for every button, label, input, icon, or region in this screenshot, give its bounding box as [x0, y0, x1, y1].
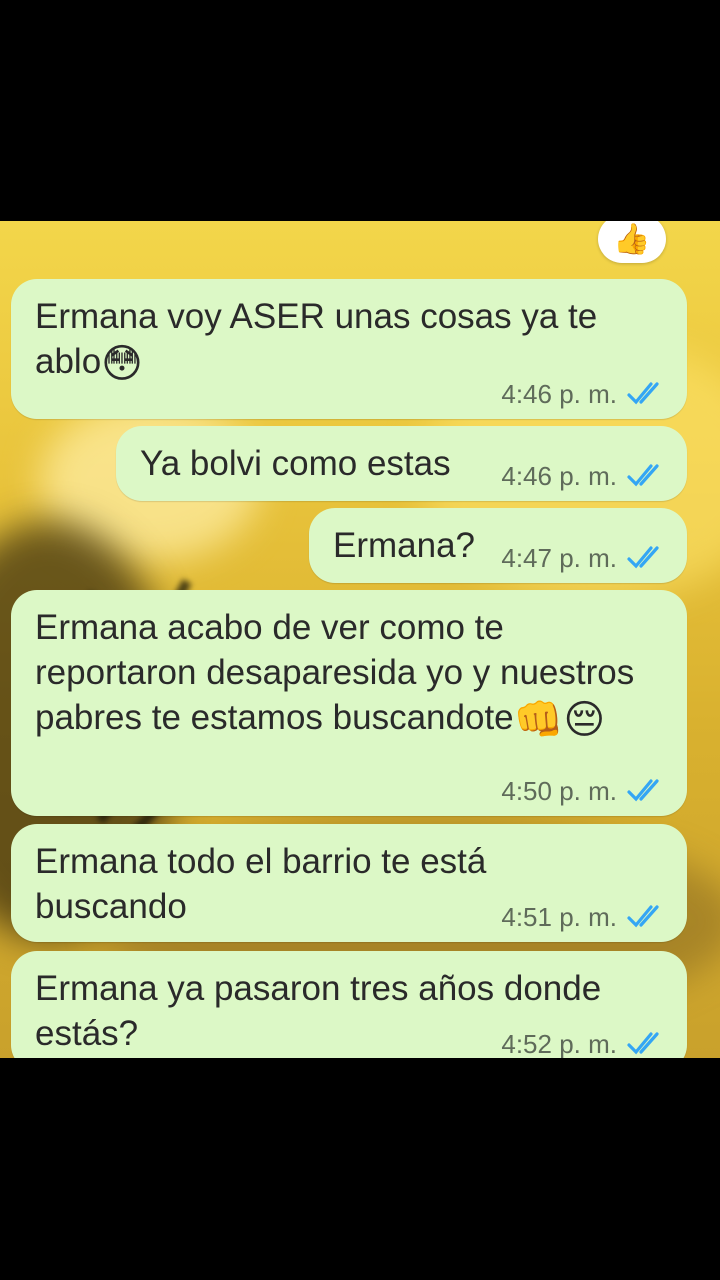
message-time: 4:46 p. m.: [501, 379, 617, 409]
message-bubble[interactable]: Ermana acabo de ver como te reportaron d…: [11, 590, 687, 816]
message-text: Ermana todo el barrio te está buscando: [35, 842, 497, 926]
double-check-read-icon: [627, 381, 665, 407]
message-meta: 4:51 p. m.: [501, 902, 665, 932]
message-bubble[interactable]: Ermana todo el barrio te está buscando 4…: [11, 824, 687, 942]
top-black-bar: [0, 0, 720, 221]
message-time: 4:50 p. m.: [501, 776, 617, 806]
message-time: 4:47 p. m.: [501, 543, 617, 573]
message-bubble[interactable]: Ermana ya pasaron tres años donde estás?…: [11, 951, 687, 1058]
message-bubble[interactable]: Ermana voy ASER unas cosas ya te ablo😳 4…: [11, 279, 687, 419]
chat-area[interactable]: 👍 Ermana voy ASER unas cosas ya te ablo😳…: [0, 221, 720, 1058]
message-meta: 4:52 p. m.: [501, 1029, 665, 1058]
fist-and-pensive-face-icon: 👊😔: [513, 698, 606, 742]
message-meta: 4:46 p. m.: [501, 379, 665, 409]
bottom-black-bar: [0, 1058, 720, 1280]
double-check-read-icon: [627, 904, 665, 930]
double-check-read-icon: [627, 463, 665, 489]
message-bubble[interactable]: Ya bolvi como estas 4:46 p. m.: [116, 426, 687, 501]
message-meta: 4:46 p. m.: [501, 461, 665, 491]
message-bubble[interactable]: Ermana? 4:47 p. m.: [309, 508, 687, 583]
message-time: 4:46 p. m.: [501, 461, 617, 491]
message-text: Ermana acabo de ver como te reportaron d…: [35, 608, 644, 742]
message-meta: 4:47 p. m.: [501, 543, 665, 573]
message-time: 4:51 p. m.: [501, 902, 617, 932]
message-text: Ermana voy ASER unas cosas ya te ablo😳: [35, 297, 607, 386]
flushed-face-icon: 😳: [101, 342, 143, 386]
double-check-read-icon: [627, 778, 665, 804]
double-check-read-icon: [627, 545, 665, 571]
message-text: Ya bolvi como estas: [140, 444, 451, 483]
message-time: 4:52 p. m.: [501, 1029, 617, 1058]
message-meta: 4:50 p. m.: [501, 776, 665, 806]
message-text: Ermana?: [333, 526, 476, 565]
double-check-read-icon: [627, 1031, 665, 1057]
thumbs-up-reaction[interactable]: 👍: [598, 221, 666, 263]
thumbs-up-icon: 👍: [613, 222, 651, 256]
